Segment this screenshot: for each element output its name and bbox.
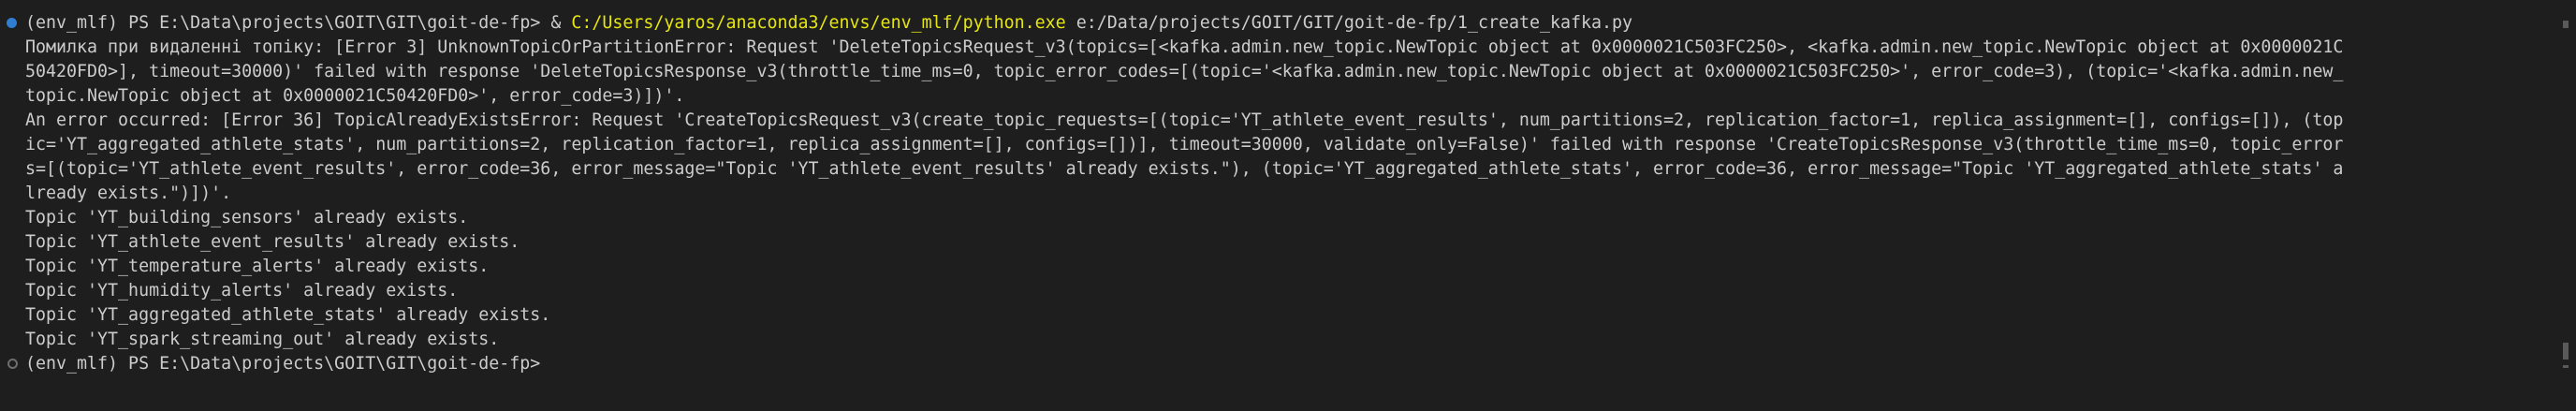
output-line: s=[(topic='YT_athlete_event_results', er… xyxy=(25,159,2344,179)
call-operator: & xyxy=(550,13,562,33)
output-line: Topic 'YT_aggregated_athlete_stats' alre… xyxy=(25,305,551,325)
prompt-env: (env_mlf) xyxy=(25,13,119,33)
output-line: Topic 'YT_temperature_alerts' already ex… xyxy=(25,257,490,276)
output-line: Topic 'YT_athlete_event_results' already… xyxy=(25,232,520,252)
command-success-decoration-icon[interactable] xyxy=(7,18,17,28)
terminal-panel[interactable]: (env_mlf) PS E:\Data\projects\GOIT\GIT\g… xyxy=(0,0,2576,411)
scrollbar-thumb[interactable] xyxy=(2563,343,2569,360)
output-line: ic='YT_aggregated_athlete_stats', num_pa… xyxy=(25,135,2344,154)
command-pending-decoration-icon[interactable] xyxy=(7,359,18,369)
output-line: topic.NewTopic object at 0x0000021C50420… xyxy=(25,86,685,106)
output-line: Topic 'YT_building_sensors' already exis… xyxy=(25,208,469,228)
python-exe-path: C:/Users/yaros/anaconda3/envs/env_mlf/py… xyxy=(571,13,1066,33)
terminal-scrollbar[interactable] xyxy=(2563,0,2569,411)
prompt-line[interactable]: (env_mlf) PS E:\Data\projects\GOIT\GIT\g… xyxy=(25,352,2553,376)
output-line: An error occurred: [Error 36] TopicAlrea… xyxy=(25,110,2344,130)
output-line: Topic 'YT_spark_streaming_out' already e… xyxy=(25,330,500,349)
output-line: lready exists.")])'. xyxy=(25,183,232,203)
scrollbar-marker xyxy=(2563,21,2569,28)
prompt-cwd: PS E:\Data\projects\GOIT\GIT\goit-de-fp> xyxy=(128,13,541,33)
scrollbar-marker xyxy=(2563,365,2569,368)
script-path-arg: e:/Data/projects/GOIT/GIT/goit-de-fp/1_c… xyxy=(1076,13,1633,33)
output-line: 50420FD0>], timeout=30000)' failed with … xyxy=(25,62,2344,81)
output-line: Topic 'YT_humidity_alerts' already exist… xyxy=(25,281,459,301)
output-line: Помилка при видаленні топіку: [Error 3] … xyxy=(25,37,2344,57)
terminal-output[interactable]: (env_mlf) PS E:\Data\projects\GOIT\GIT\g… xyxy=(25,11,2553,376)
command-line: (env_mlf) PS E:\Data\projects\GOIT\GIT\g… xyxy=(25,11,2553,36)
